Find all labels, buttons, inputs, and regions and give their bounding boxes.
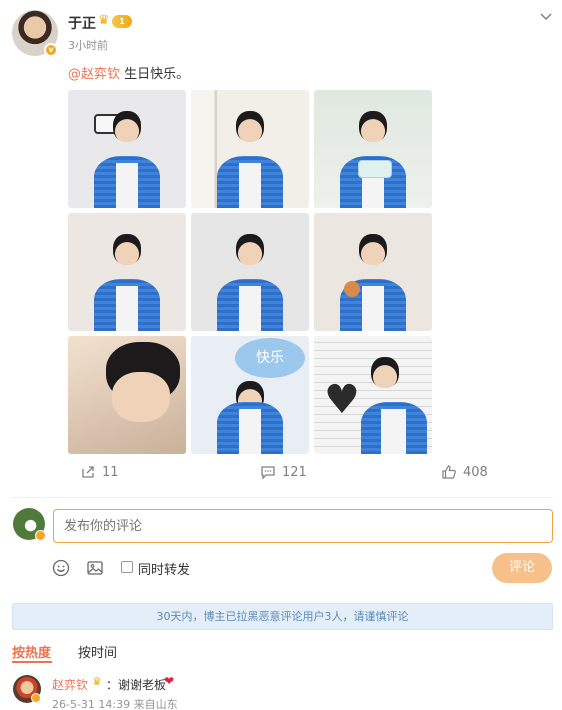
comment-count: 121: [282, 464, 307, 480]
repost-count: 11: [102, 464, 119, 480]
comment-icon: [261, 466, 275, 480]
post-body: 生日快乐。: [120, 67, 190, 82]
blocked-users-notice: 30天内，博主已拉黑恶意评论用户3人，请谨慎评论: [12, 603, 553, 630]
active-tab-indicator: [12, 661, 52, 663]
image-icon[interactable]: [86, 559, 104, 577]
donut-icon: [344, 281, 360, 297]
comment-button[interactable]: 121: [260, 464, 307, 480]
mention-link[interactable]: @赵弈钦: [68, 67, 120, 82]
tab-sort-time[interactable]: 按时间: [78, 642, 117, 661]
repost-button[interactable]: 11: [80, 464, 119, 480]
repost-icon: [82, 466, 94, 478]
photo-9[interactable]: ♥: [314, 336, 432, 454]
photo-2[interactable]: [191, 90, 309, 208]
crown-icon: ♛: [98, 13, 110, 28]
submit-comment-button[interactable]: 评论: [492, 553, 552, 583]
commenter-name[interactable]: 赵弈钦: [52, 676, 88, 693]
cake-icon: [358, 160, 392, 178]
post-text: @赵弈钦 生日快乐。: [68, 63, 189, 82]
photo-grid: 快乐 ♥: [68, 90, 432, 454]
photo-6[interactable]: [314, 213, 432, 331]
repost-checkbox[interactable]: [121, 561, 133, 573]
photo-5[interactable]: [191, 213, 309, 331]
photo-7[interactable]: [68, 336, 186, 454]
verified-badge: v: [44, 43, 58, 57]
comment-input[interactable]: [53, 509, 553, 543]
vip-level-badge[interactable]: 1: [112, 15, 132, 28]
balloon: 快乐: [235, 338, 305, 378]
tab-sort-hot[interactable]: 按热度: [12, 642, 51, 661]
thumbs-up-icon: [442, 465, 456, 479]
emoji-icon[interactable]: [52, 559, 70, 577]
heart-emoji: ❤: [164, 674, 175, 688]
like-count: 408: [463, 464, 488, 480]
like-button[interactable]: 408: [441, 464, 488, 480]
heart-icon: ♥: [324, 377, 360, 423]
chevron-down-icon[interactable]: [538, 8, 554, 24]
crown-icon: ♛: [92, 675, 102, 688]
commenter-verified-badge: [31, 693, 41, 703]
photo-8[interactable]: 快乐: [191, 336, 309, 454]
photo-1[interactable]: [68, 90, 186, 208]
photo-3[interactable]: [314, 90, 432, 208]
post-timestamp[interactable]: 3小时前: [68, 37, 108, 53]
comment-meta: 26-5-31 14:39 来自山东: [52, 698, 178, 710]
author-name[interactable]: 于正: [68, 13, 96, 33]
my-verified-badge: [35, 530, 46, 541]
repost-checkbox-label[interactable]: 同时转发: [138, 559, 190, 578]
photo-4[interactable]: [68, 213, 186, 331]
divider: [12, 497, 552, 498]
comment-text: ：谢谢老板: [106, 678, 167, 692]
